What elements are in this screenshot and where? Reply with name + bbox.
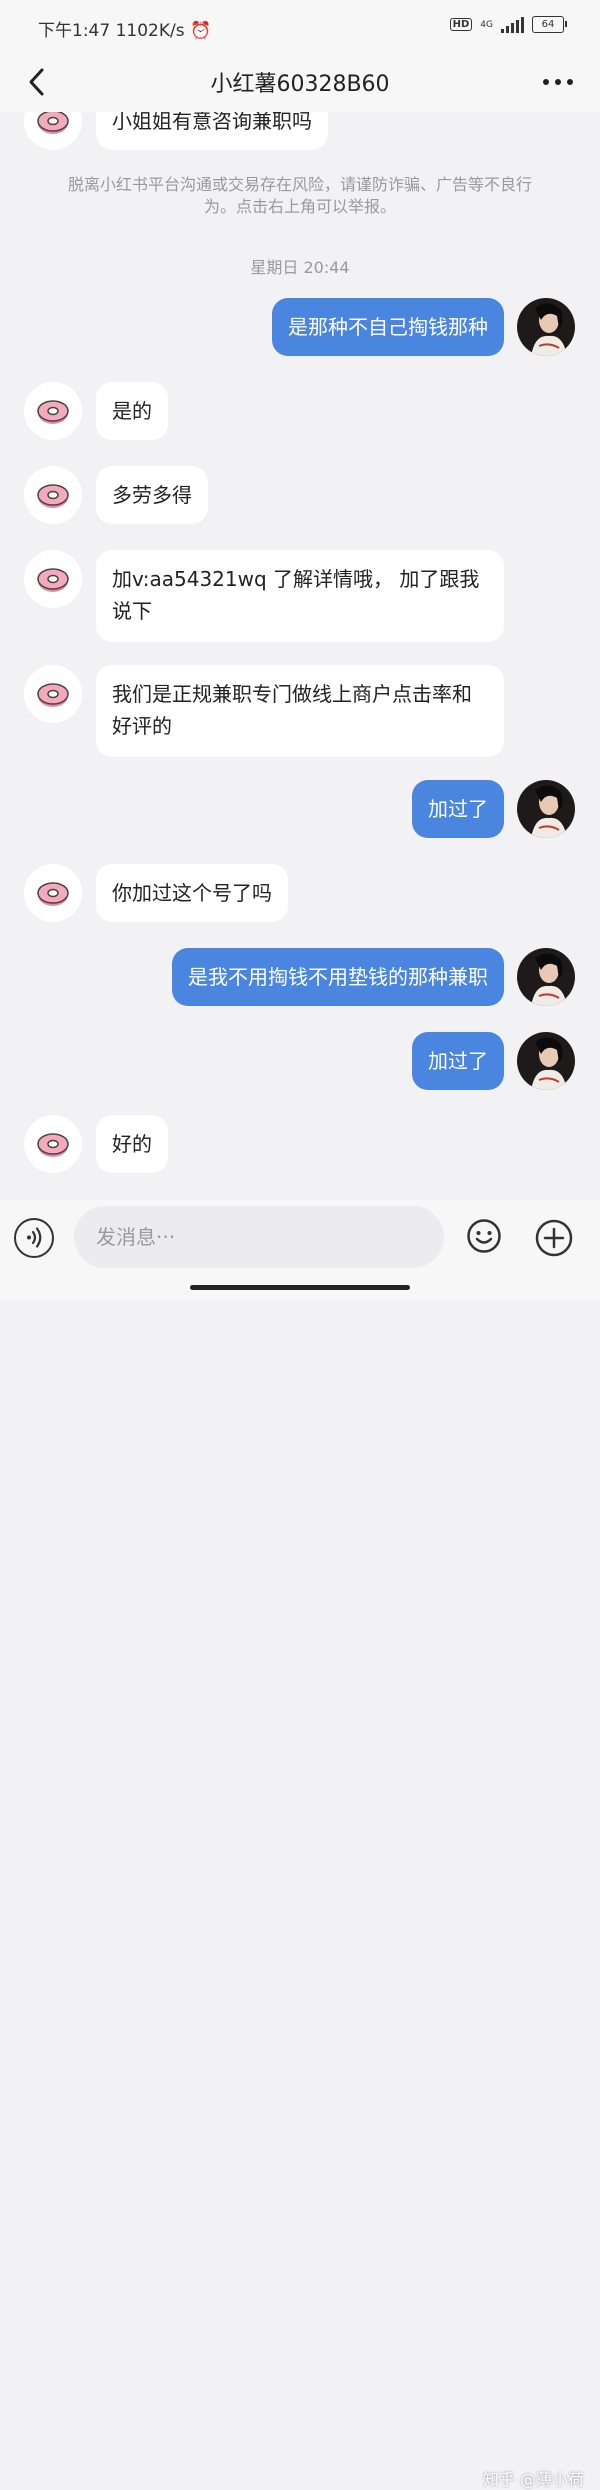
message-bubble-outgoing[interactable]: 加过了 bbox=[412, 1032, 504, 1090]
sender-avatar[interactable] bbox=[24, 1115, 82, 1173]
status-right: HD 4G 64 bbox=[449, 16, 567, 33]
profile-photo-icon bbox=[517, 298, 575, 356]
profile-photo-icon bbox=[517, 1032, 575, 1090]
donut-icon bbox=[24, 665, 82, 723]
sender-avatar[interactable] bbox=[24, 382, 82, 440]
user-avatar[interactable] bbox=[517, 298, 575, 356]
safety-notice[interactable]: 脱离小红书平台沟通或交易存在风险，请谨防诈骗、广告等不良行为。点击右上角可以举报… bbox=[60, 174, 540, 218]
battery-icon: 64 bbox=[532, 16, 567, 33]
emoji-icon[interactable] bbox=[466, 1218, 502, 1254]
profile-photo-icon bbox=[517, 780, 575, 838]
donut-icon bbox=[24, 382, 82, 440]
watermark: 知乎 @薄小荷 bbox=[482, 2470, 584, 2489]
donut-icon bbox=[24, 864, 82, 922]
user-avatar[interactable] bbox=[517, 1032, 575, 1090]
network-type: 4G bbox=[480, 19, 493, 30]
donut-icon bbox=[24, 112, 82, 150]
home-indicator[interactable] bbox=[190, 1285, 410, 1290]
sender-avatar[interactable] bbox=[24, 112, 82, 150]
message-bubble-incoming[interactable]: 我们是正规兼职专门做线上商户点击率和好评的 bbox=[96, 665, 504, 757]
battery-level: 64 bbox=[541, 19, 555, 30]
hd-badge: HD bbox=[449, 18, 473, 31]
navigation-bar: 小红薯60328B60 bbox=[0, 52, 600, 112]
network-speed: 1102K/s bbox=[115, 21, 185, 41]
signal-icon bbox=[501, 16, 524, 33]
donut-icon bbox=[24, 1115, 82, 1173]
donut-icon bbox=[24, 550, 82, 608]
status-time: 下午1:47 bbox=[38, 21, 111, 41]
message-bubble-incoming[interactable]: 好的 bbox=[96, 1115, 168, 1173]
sender-avatar[interactable] bbox=[24, 665, 82, 723]
page-title: 小红薯60328B60 bbox=[210, 72, 390, 97]
message-bubble-incoming[interactable]: 加v:aa54321wq 了解详情哦， 加了跟我说下 bbox=[96, 550, 504, 642]
message-bubble-incoming[interactable]: 是的 bbox=[96, 382, 168, 440]
plus-icon[interactable] bbox=[534, 1218, 574, 1258]
status-left: 下午1:47 1102K/s ⏰ bbox=[38, 16, 211, 41]
sender-avatar[interactable] bbox=[24, 864, 82, 922]
input-bar: 知乎 @薄小荷 bbox=[0, 1200, 600, 2489]
donut-icon bbox=[24, 466, 82, 524]
message-bubble-incoming[interactable]: 多劳多得 bbox=[96, 466, 208, 524]
sender-avatar[interactable] bbox=[24, 550, 82, 608]
message-bubble-outgoing[interactable]: 是那种不自己掏钱那种 bbox=[272, 298, 504, 356]
message-bubble-incoming[interactable]: 你加过这个号了吗 bbox=[96, 864, 288, 922]
chat-area[interactable]: 小姐姐有意咨询兼职吗 脱离小红书平台沟通或交易存在风险，请谨防诈骗、广告等不良行… bbox=[0, 112, 600, 1200]
message-bubble-incoming[interactable]: 小姐姐有意咨询兼职吗 bbox=[96, 112, 328, 150]
chat-timestamp: 星期日 20:44 bbox=[250, 258, 350, 277]
user-avatar[interactable] bbox=[517, 948, 575, 1006]
message-bubble-outgoing[interactable]: 加过了 bbox=[412, 780, 504, 838]
alarm-icon: ⏰ bbox=[190, 21, 212, 41]
message-input[interactable] bbox=[74, 1206, 444, 1268]
profile-photo-icon bbox=[517, 948, 575, 1006]
status-bar: 下午1:47 1102K/s ⏰ HD 4G 64 bbox=[0, 0, 600, 52]
message-bubble-outgoing[interactable]: 是我不用掏钱不用垫钱的那种兼职 bbox=[172, 948, 504, 1006]
more-dots-icon[interactable] bbox=[540, 68, 576, 96]
user-avatar[interactable] bbox=[517, 780, 575, 838]
voice-icon[interactable] bbox=[14, 1218, 54, 1258]
sender-avatar[interactable] bbox=[24, 466, 82, 524]
